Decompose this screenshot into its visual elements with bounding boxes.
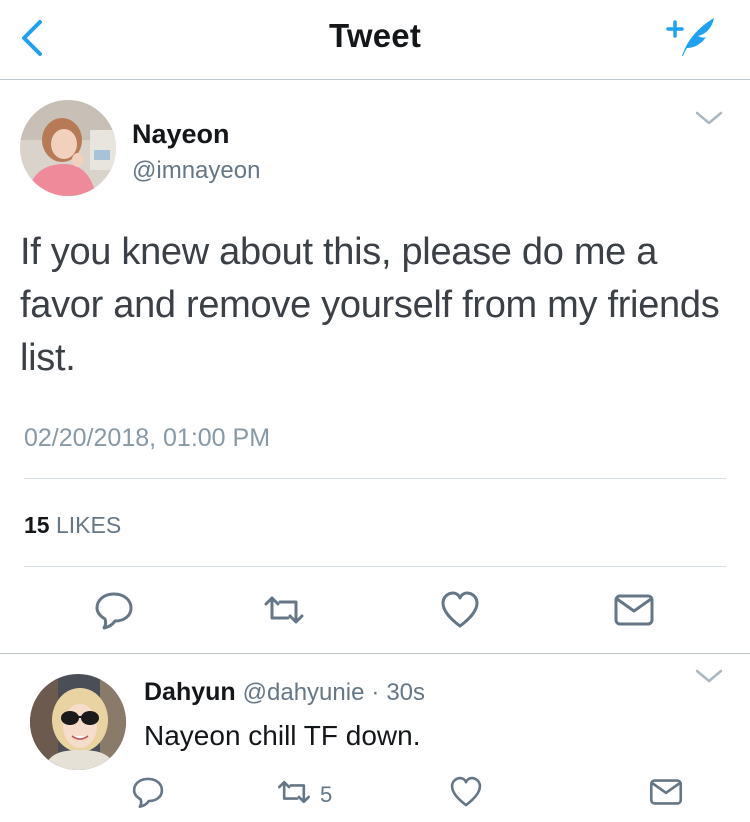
likes-count: 15 — [24, 512, 50, 538]
reply-icon — [132, 777, 164, 809]
author-avatar[interactable] — [20, 100, 116, 196]
likes-stat[interactable]: 15 LIKES — [24, 512, 121, 539]
retweet-count: 5 — [320, 782, 333, 807]
reply-author-avatar[interactable] — [30, 674, 126, 770]
chevron-down-icon — [695, 111, 723, 125]
divider — [24, 478, 726, 479]
top-navigation-bar: Tweet — [0, 0, 750, 80]
reply-reply-button[interactable] — [130, 774, 166, 810]
like-heart-icon — [441, 591, 479, 628]
chevron-down-icon — [695, 669, 723, 683]
reply-button[interactable] — [92, 588, 136, 632]
reply-direct-message-button[interactable] — [648, 774, 684, 810]
reply-like-button[interactable] — [448, 774, 484, 810]
reply-options-caret[interactable] — [694, 666, 724, 686]
reply-header: Dahyun @dahyunie · 30s — [144, 678, 425, 707]
author-handle[interactable]: @imnayeon — [132, 157, 260, 185]
reply-author-handle[interactable]: @dahyunie — [243, 679, 365, 706]
tweet-options-caret[interactable] — [694, 108, 724, 128]
reply-timestamp: 30s — [386, 679, 426, 706]
like-button[interactable] — [438, 588, 482, 632]
retweet-icon — [264, 596, 304, 624]
like-heart-icon — [450, 776, 482, 807]
page-title: Tweet — [328, 17, 422, 54]
author-name[interactable]: Nayeon — [132, 119, 230, 150]
direct-message-button[interactable] — [612, 588, 656, 632]
tweet-text: If you knew about this, please do me a f… — [20, 231, 720, 379]
divider — [24, 566, 726, 567]
compose-feather-icon — [666, 18, 714, 56]
reply-retweet-button[interactable] — [276, 774, 312, 810]
reply-text: Nayeon chill TF down. — [144, 720, 421, 751]
separator-dot: · — [371, 679, 380, 706]
section-divider — [0, 653, 750, 654]
retweet-button[interactable] — [262, 588, 306, 632]
reply-author-name[interactable]: Dahyun — [144, 678, 236, 706]
likes-label: LIKES — [55, 512, 122, 538]
direct-message-icon — [649, 779, 683, 805]
direct-message-icon — [614, 594, 654, 626]
tweet-timestamp: 02/20/2018, 01:00 PM — [24, 424, 271, 452]
reply-icon — [95, 592, 133, 630]
compose-tweet-button[interactable] — [660, 12, 720, 62]
retweet-icon — [277, 780, 311, 804]
